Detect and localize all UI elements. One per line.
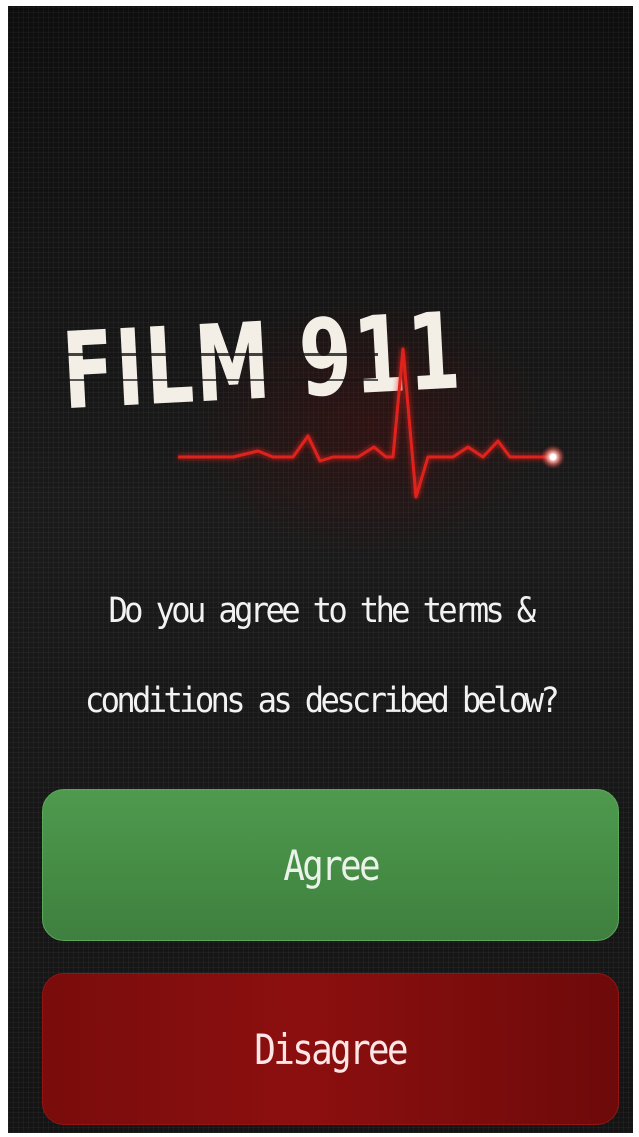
- terms-question: Do you agree to the terms & conditions a…: [33, 566, 608, 746]
- terms-screen: FILM 911 Do you agree to the terms & con…: [8, 6, 633, 1133]
- disagree-button-label: Disagree: [254, 1024, 409, 1074]
- agree-button[interactable]: Agree: [42, 789, 619, 941]
- agree-button-label: Agree: [283, 840, 380, 890]
- film911-logo: FILM 911: [58, 261, 618, 561]
- question-line-2: conditions as described below?: [84, 681, 560, 721]
- disagree-button[interactable]: Disagree: [42, 973, 619, 1125]
- question-line-1: Do you agree to the terms &: [108, 591, 536, 631]
